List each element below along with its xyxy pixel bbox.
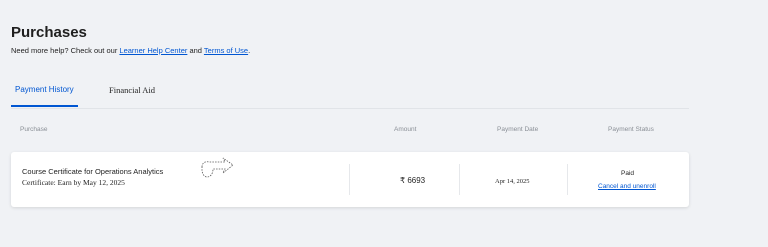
help-suffix: . xyxy=(248,46,251,55)
course-name: Course Certificate for Operations Analyt… xyxy=(22,167,164,176)
tab-payment-history[interactable]: Payment History xyxy=(11,80,78,107)
cell-divider xyxy=(567,164,568,195)
column-header-purchase: Purchase xyxy=(20,126,48,133)
help-text: Need more help? Check out our Learner He… xyxy=(11,46,250,55)
status-badge: Paid xyxy=(621,170,635,177)
page-title: Purchases xyxy=(11,24,87,41)
certificate-deadline: Certificate: Earn by May 12, 2025 xyxy=(22,178,125,187)
help-middle: and xyxy=(187,46,204,55)
payment-date-value: Apr 14, 2025 xyxy=(495,178,530,185)
column-header-payment-status: Payment Status xyxy=(608,126,654,133)
tab-financial-aid[interactable]: Financial Aid xyxy=(105,80,159,105)
cancel-and-unenroll-link[interactable]: Cancel and unenroll xyxy=(598,183,656,190)
help-prefix: Need more help? Check out our xyxy=(11,46,120,55)
column-header-payment-date: Payment Date xyxy=(497,126,539,133)
terms-of-use-link[interactable]: Terms of Use xyxy=(204,46,248,55)
table-row: Course Certificate for Operations Analyt… xyxy=(11,152,689,207)
tab-bar: Payment History Financial Aid xyxy=(11,80,689,109)
hand-pointer-icon xyxy=(201,157,234,178)
cell-divider xyxy=(459,164,460,195)
column-header-amount: Amount xyxy=(394,126,417,133)
cell-divider xyxy=(349,164,350,195)
amount-value: ₹ 6693 xyxy=(400,176,426,185)
learner-help-center-link[interactable]: Learner Help Center xyxy=(119,46,187,55)
